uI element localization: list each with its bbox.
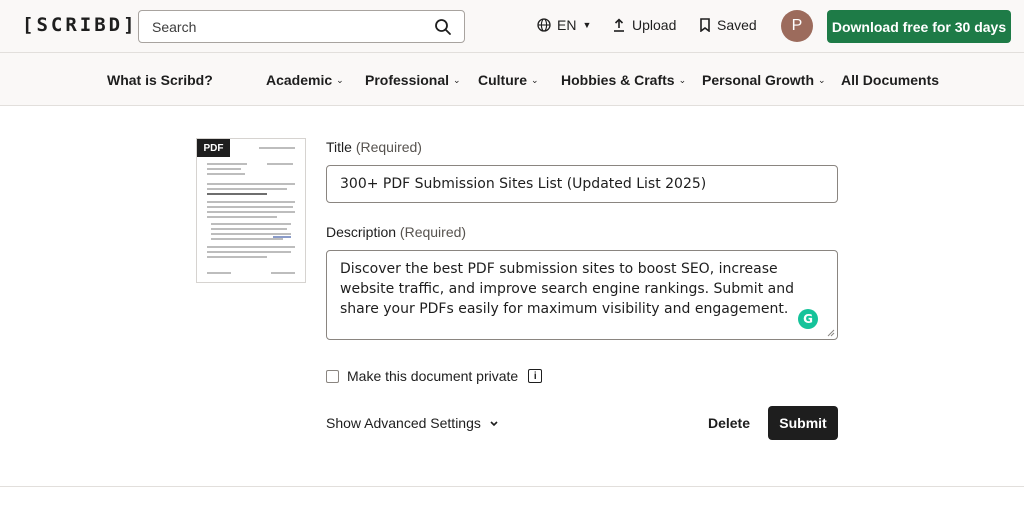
- thumb-text-line: [207, 211, 295, 213]
- thumb-text-line: [207, 163, 247, 165]
- category-label: What is Scribd?: [107, 72, 213, 88]
- category-culture[interactable]: Culture ⌄: [478, 72, 539, 88]
- submit-button[interactable]: Submit: [768, 406, 838, 440]
- description-label-text: Description: [326, 224, 397, 240]
- title-field[interactable]: 300+ PDF Submission Sites List (Updated …: [326, 165, 838, 203]
- thumb-text-line: [211, 228, 287, 230]
- private-option: Make this document private i: [326, 368, 543, 384]
- thumb-text-line: [259, 147, 295, 149]
- category-academic[interactable]: Academic ⌄: [266, 72, 344, 88]
- thumb-text-line: [207, 173, 245, 175]
- chevron-down-icon: ⌄: [453, 74, 461, 85]
- private-label[interactable]: Make this document private: [347, 368, 518, 384]
- thumb-signature: [273, 236, 291, 238]
- saved-label: Saved: [717, 17, 757, 33]
- delete-button[interactable]: Delete: [703, 406, 755, 440]
- private-checkbox[interactable]: [326, 369, 339, 383]
- thumb-text-line: [207, 193, 267, 195]
- thumb-text-line: [207, 272, 231, 274]
- category-all-documents[interactable]: All Documents: [841, 72, 939, 88]
- top-header: [SCRIBD] Search EN ▼ Upload Saved P Down…: [0, 0, 1024, 53]
- chevron-down-icon: ⌄: [678, 74, 687, 85]
- document-thumbnail: PDF: [196, 138, 306, 283]
- thumb-text-line: [271, 272, 295, 274]
- language-label: EN: [557, 17, 577, 33]
- thumb-text-line: [211, 233, 291, 235]
- thumb-text-line: [207, 216, 277, 218]
- scribd-logo[interactable]: [SCRIBD]: [22, 14, 138, 36]
- category-label: Personal Growth: [702, 72, 815, 88]
- advanced-settings-label: Show Advanced Settings: [326, 415, 481, 431]
- category-label: Professional: [365, 72, 450, 88]
- category-label: Hobbies & Crafts: [561, 72, 675, 88]
- thumb-text-line: [207, 251, 291, 253]
- title-label: Title (Required): [326, 139, 422, 155]
- thumb-text-line: [267, 163, 293, 165]
- required-hint: (Required): [355, 139, 422, 155]
- chevron-down-icon: ▼: [582, 20, 592, 30]
- thumb-text-line: [207, 206, 293, 208]
- chevron-down-icon: ⌄: [336, 74, 344, 85]
- thumb-text-line: [207, 256, 267, 258]
- saved-button[interactable]: Saved: [699, 17, 757, 33]
- upload-button[interactable]: Upload: [612, 17, 676, 33]
- resize-handle-icon[interactable]: [827, 329, 835, 337]
- title-value: 300+ PDF Submission Sites List (Updated …: [340, 176, 707, 192]
- thumb-text-line: [207, 183, 295, 185]
- category-label: Culture: [478, 72, 527, 88]
- chevron-down-icon: ⌄: [818, 74, 826, 85]
- info-icon[interactable]: i: [528, 369, 543, 383]
- category-label: All Documents: [841, 72, 940, 88]
- avatar[interactable]: P: [781, 10, 813, 42]
- thumb-text-line: [207, 168, 241, 170]
- bookmark-icon: [700, 18, 710, 32]
- category-hobbies-crafts[interactable]: Hobbies & Crafts ⌄: [561, 72, 686, 88]
- thumb-text-line: [207, 246, 295, 248]
- language-selector[interactable]: EN ▼: [537, 17, 591, 33]
- category-professional[interactable]: Professional ⌄: [365, 72, 461, 88]
- chevron-down-icon: ⌄: [531, 74, 539, 85]
- category-nav: What is Scribd? Academic ⌄ Professional …: [0, 53, 1024, 106]
- download-free-button[interactable]: Download free for 30 days: [827, 10, 1011, 43]
- required-hint: (Required): [399, 224, 467, 240]
- description-field[interactable]: Discover the best PDF submission sites t…: [326, 250, 838, 340]
- category-what-is-scribd[interactable]: What is Scribd?: [107, 72, 213, 88]
- upload-icon: [614, 18, 624, 32]
- chevron-down-icon: [490, 421, 498, 427]
- search-placeholder: Search: [152, 19, 197, 35]
- description-value: Discover the best PDF submission sites t…: [340, 261, 794, 317]
- thumb-text-line: [207, 201, 295, 203]
- description-label: Description (Required): [326, 224, 466, 240]
- pdf-badge: PDF: [197, 139, 230, 157]
- search-icon[interactable]: [434, 18, 452, 36]
- thumb-text-line: [211, 223, 291, 225]
- upload-label: Upload: [632, 17, 677, 33]
- category-personal-growth[interactable]: Personal Growth ⌄: [702, 72, 826, 88]
- title-label-text: Title: [326, 139, 352, 155]
- globe-icon: [537, 18, 551, 32]
- thumb-text-line: [211, 238, 283, 240]
- advanced-settings-toggle[interactable]: Show Advanced Settings: [326, 415, 499, 431]
- category-label: Academic: [266, 72, 333, 88]
- grammarly-icon[interactable]: G: [798, 309, 818, 329]
- divider: [0, 486, 1024, 487]
- thumb-text-line: [207, 188, 287, 190]
- search-input[interactable]: Search: [138, 10, 465, 43]
